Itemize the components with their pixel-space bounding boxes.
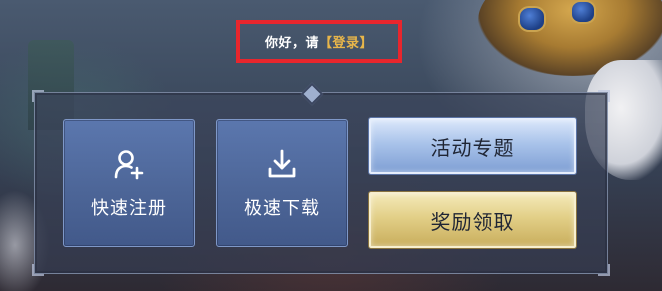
claim-rewards-button[interactable]: 奖励领取 [369, 192, 576, 248]
events-topic-button[interactable]: 活动专题 [369, 118, 576, 174]
panel-corner-ornament [32, 264, 44, 276]
fast-download-label: 极速下载 [244, 198, 320, 219]
claim-rewards-label: 奖励领取 [430, 209, 515, 234]
events-topic-label: 活动专题 [430, 135, 515, 160]
login-prompt: 你好，请 【登录】 [236, 20, 402, 63]
login-link[interactable]: 【登录】 [319, 32, 373, 51]
panel-corner-ornament [598, 264, 610, 276]
add-user-icon [114, 150, 144, 180]
background-helmet-gem [570, 0, 596, 24]
quick-register-label: 快速注册 [91, 198, 167, 219]
panel-corner-ornament [598, 90, 610, 102]
greeting-text: 你好，请 [264, 36, 319, 51]
quick-register-button[interactable]: 快速注册 [63, 119, 195, 247]
panel-corner-ornament [32, 90, 44, 102]
download-icon [268, 149, 296, 178]
background-helmet-gem [518, 6, 546, 32]
fast-download-button[interactable]: 极速下载 [216, 119, 348, 247]
